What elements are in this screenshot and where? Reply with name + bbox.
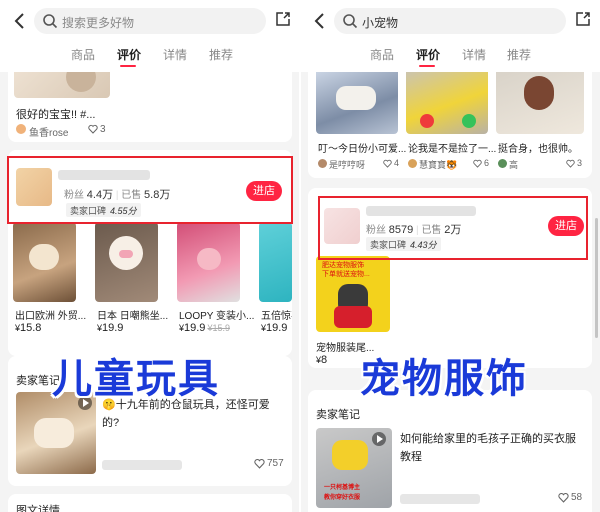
reviewer-name: 慧寶寶🐯 bbox=[419, 160, 458, 170]
seller-notes-card: 卖家笔记 一只柯基博主 教你穿好衣服 如何能给家里的毛孩子正确的买衣服 教程 5… bbox=[308, 390, 592, 512]
tab-details[interactable]: 详情 bbox=[462, 46, 486, 63]
tab-recommend[interactable]: 推荐 bbox=[209, 46, 233, 63]
product-price: ¥19.9 ¥15.9 bbox=[179, 322, 230, 334]
back-arrow-icon[interactable] bbox=[312, 10, 328, 32]
heart-icon[interactable] bbox=[254, 458, 265, 469]
tab-products[interactable]: 商品 bbox=[370, 46, 394, 63]
search-input[interactable]: 小宠物 bbox=[334, 8, 566, 34]
tab-bar: 商品 评价 详情 推荐 bbox=[0, 44, 300, 68]
reviewer-avatar bbox=[498, 159, 507, 168]
seller-notes-title: 卖家笔记 bbox=[316, 409, 360, 421]
product-price: ¥15.8 bbox=[15, 322, 42, 334]
heart-icon[interactable] bbox=[88, 124, 98, 134]
search-placeholder: 搜索更多好物 bbox=[62, 16, 135, 30]
note-image[interactable] bbox=[16, 392, 96, 474]
right-screenshot: 小宠物 商品 评价 详情 推荐 叮～今日份小可爱... 论我是不是捡了一... … bbox=[300, 0, 600, 512]
note-text-cont[interactable]: 教程 bbox=[400, 448, 422, 464]
tab-details[interactable]: 详情 bbox=[163, 46, 187, 63]
review-like-count: 3 bbox=[577, 158, 583, 168]
review-text: 叮～今日份小可爱... bbox=[318, 144, 407, 155]
note-text[interactable]: 如何能给家里的毛孩子正确的买衣服 bbox=[400, 430, 576, 446]
review-like-count: 4 bbox=[394, 158, 400, 168]
share-icon[interactable] bbox=[575, 11, 591, 27]
reviewer-name: 鱼香rose bbox=[29, 128, 69, 139]
product-image[interactable] bbox=[177, 222, 240, 302]
panel-divider bbox=[299, 0, 301, 512]
left-screenshot: 搜索更多好物 商品 评价 详情 推荐 很好的宝宝!! #... 鱼香rose 3… bbox=[0, 0, 300, 512]
product-title: 五倍惊喜 bbox=[261, 311, 292, 322]
note-author-blurred bbox=[400, 494, 480, 504]
search-query: 小宠物 bbox=[362, 16, 399, 30]
tab-products[interactable]: 商品 bbox=[71, 46, 95, 63]
review-image[interactable] bbox=[316, 68, 398, 134]
tab-reviews[interactable]: 评价 bbox=[416, 46, 440, 63]
product-title: 日本 日嘲熊坐... bbox=[97, 311, 169, 322]
detail-section: 图文详情 bbox=[8, 494, 292, 512]
reviewer-avatar bbox=[318, 159, 327, 168]
back-arrow-icon[interactable] bbox=[12, 10, 28, 32]
tab-reviews[interactable]: 评价 bbox=[117, 46, 141, 63]
review-text: 挺合身，也很帅。 bbox=[498, 144, 578, 155]
note-author-blurred bbox=[102, 460, 182, 470]
note-text-cont[interactable]: 的? bbox=[102, 414, 119, 430]
top-bar: 搜索更多好物 商品 评价 详情 推荐 bbox=[0, 0, 300, 72]
note-like-count: 757 bbox=[267, 458, 284, 469]
review-text: 很好的宝宝!! #... bbox=[16, 109, 96, 121]
product-price: ¥8 bbox=[316, 354, 328, 366]
top-bar: 小宠物 商品 评价 详情 推荐 bbox=[300, 0, 600, 72]
tab-bar: 商品 评价 详情 推荐 bbox=[300, 44, 600, 68]
review-image[interactable] bbox=[406, 68, 488, 134]
review-image[interactable] bbox=[496, 68, 584, 134]
play-icon bbox=[372, 432, 386, 446]
scrollbar[interactable] bbox=[595, 218, 598, 338]
reviews-card: 叮～今日份小可爱... 论我是不是捡了一... 挺合身，也很帅。 是哼哼呀 4 … bbox=[308, 60, 592, 178]
tab-recommend[interactable]: 推荐 bbox=[507, 46, 531, 63]
product-title: LOOPY 变装小... bbox=[179, 311, 255, 322]
product-image[interactable] bbox=[13, 222, 76, 302]
heart-icon[interactable] bbox=[383, 159, 392, 168]
product-title: 出口欧洲 外贸... bbox=[15, 311, 87, 322]
share-icon[interactable] bbox=[275, 11, 291, 27]
review-like-count: 6 bbox=[484, 158, 490, 168]
product-price: ¥19.9 bbox=[97, 322, 124, 334]
highlight-frame bbox=[7, 156, 293, 224]
reviewer-avatar bbox=[16, 124, 26, 134]
heart-icon[interactable] bbox=[566, 159, 575, 168]
highlight-frame bbox=[318, 196, 588, 260]
product-image[interactable]: 肥达宠物服饰 下单就送宠物... bbox=[316, 256, 390, 332]
active-tab-indicator bbox=[419, 65, 435, 67]
note-like-count: 58 bbox=[571, 492, 583, 503]
product-image[interactable] bbox=[95, 222, 158, 302]
reviewer-avatar bbox=[408, 159, 417, 168]
detail-section-title: 图文详情 bbox=[16, 505, 60, 512]
category-overlay-label: 宠物服饰 bbox=[360, 357, 528, 401]
search-icon bbox=[43, 14, 58, 29]
review-like-count: 3 bbox=[100, 124, 106, 135]
reviewer-name: 高 bbox=[509, 160, 519, 170]
search-icon bbox=[343, 14, 358, 29]
note-image[interactable]: 一只柯基博主 教你穿好衣服 bbox=[316, 428, 392, 508]
review-card[interactable]: 很好的宝宝!! #... 鱼香rose 3 bbox=[8, 60, 292, 142]
review-text: 论我是不是捡了一... bbox=[408, 144, 497, 155]
category-overlay-label: 儿童玩具 bbox=[52, 357, 220, 401]
heart-icon[interactable] bbox=[558, 492, 569, 503]
reviewer-name: 是哼哼呀 bbox=[329, 160, 366, 170]
product-price: ¥19.9 bbox=[261, 322, 288, 334]
search-input[interactable]: 搜索更多好物 bbox=[34, 8, 266, 34]
product-image[interactable] bbox=[259, 222, 292, 302]
heart-icon[interactable] bbox=[473, 159, 482, 168]
active-tab-indicator bbox=[120, 65, 136, 67]
